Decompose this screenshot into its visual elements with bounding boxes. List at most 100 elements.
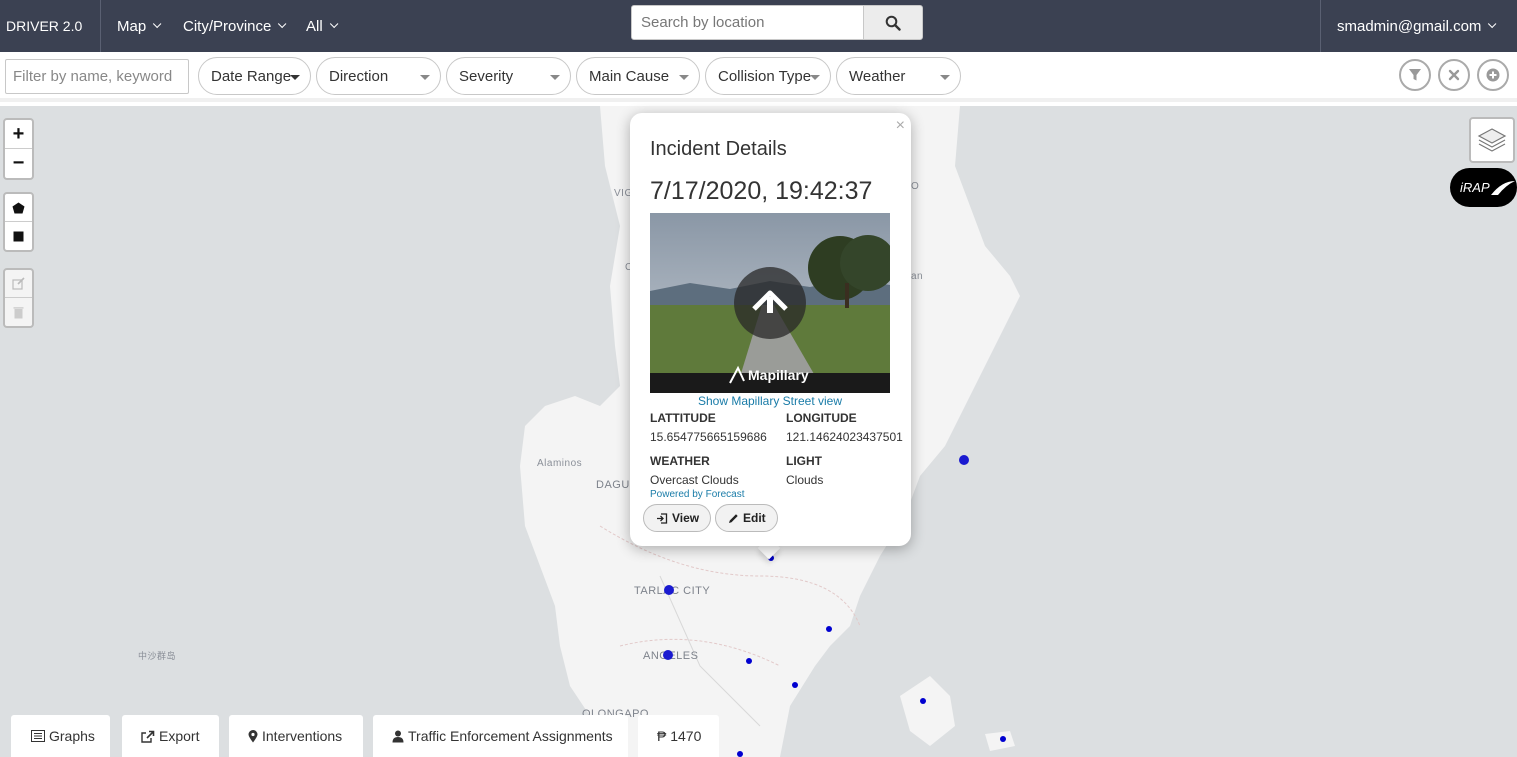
layers-button[interactable] (1469, 117, 1515, 163)
export-tab-label: Export (159, 728, 200, 744)
top-navbar: DRIVER 2.0 Map City/Province All Search … (0, 0, 1517, 52)
main-cause-filter[interactable]: Main Cause (576, 57, 700, 95)
interventions-tab[interactable]: Interventions (229, 715, 363, 757)
severity-filter[interactable]: Severity (446, 57, 571, 95)
caret-down-icon (420, 75, 430, 80)
trash-icon (13, 306, 24, 318)
export-tab[interactable]: Export (122, 715, 219, 757)
plus-circle-icon (1486, 68, 1500, 82)
scope-menu[interactable]: All (306, 0, 339, 52)
incident-datetime: 7/17/2020, 19:42:37 (650, 177, 873, 205)
user-email: smadmin@gmail.com (1337, 17, 1482, 35)
street-view-image[interactable]: Mapillary (650, 213, 890, 393)
longitude-label: LONGITUDE (786, 411, 857, 425)
caret-down-icon (940, 75, 950, 80)
place-label: an (911, 271, 924, 282)
incident-cluster-marker[interactable] (664, 585, 674, 595)
place-label: DAGU (596, 479, 630, 491)
clear-filter-button[interactable] (1438, 59, 1470, 91)
view-button[interactable]: View (643, 504, 712, 532)
incident-cluster-marker[interactable] (663, 650, 673, 660)
main-cause-label: Main Cause (589, 67, 670, 85)
draw-control (3, 192, 34, 252)
edit-control (3, 268, 34, 328)
region-menu-label: City/Province (183, 17, 272, 35)
chevron-down-icon (329, 19, 339, 29)
close-icon[interactable]: × (896, 117, 905, 135)
graphs-tab[interactable]: Graphs (11, 715, 110, 757)
zoom-in-button[interactable]: + (5, 120, 32, 149)
collision-type-filter[interactable]: Collision Type (705, 57, 831, 95)
incident-marker[interactable] (826, 626, 832, 632)
add-record-button[interactable] (1477, 59, 1509, 91)
date-range-label: Date Range (211, 67, 292, 85)
weather-label: WEATHER (650, 454, 710, 468)
edit-shapes-button[interactable] (5, 270, 32, 298)
search-button[interactable] (863, 5, 923, 40)
region-menu[interactable]: City/Province (183, 0, 287, 52)
caret-down-icon (810, 75, 820, 80)
latitude-value: 15.654775665159686 (650, 430, 767, 444)
apply-filter-button[interactable] (1399, 59, 1431, 91)
draw-rectangle-button[interactable] (5, 222, 32, 250)
incident-marker[interactable] (737, 751, 743, 757)
collision-type-label: Collision Type (718, 67, 812, 85)
close-icon (1448, 69, 1460, 81)
map-menu[interactable]: Map (117, 0, 162, 52)
export-icon (141, 730, 155, 743)
chevron-down-icon (153, 19, 162, 29)
interventions-tab-label: Interventions (262, 728, 343, 744)
date-range-filter[interactable]: Date Range (198, 57, 311, 95)
delete-shapes-button[interactable] (5, 298, 32, 326)
layers-icon (1477, 128, 1507, 152)
zoom-out-button[interactable]: − (5, 149, 32, 178)
pencil-icon (729, 513, 738, 523)
map-menu-label: Map (117, 17, 147, 35)
incident-marker[interactable] (920, 698, 926, 704)
cost-tab-label: ₱ 1470 (657, 728, 702, 744)
edit-button[interactable]: Edit (715, 504, 778, 532)
incident-marker[interactable] (1000, 736, 1006, 742)
square-icon (13, 231, 24, 241)
place-label: Alaminos (537, 458, 583, 469)
popup-title: Incident Details (650, 138, 787, 160)
filter-bar: Filter by name, keyword Date Range Direc… (0, 52, 1517, 102)
mapillary-street-view-link[interactable]: Show Mapillary Street view (650, 394, 890, 408)
scope-menu-label: All (306, 17, 323, 35)
user-menu[interactable]: smadmin@gmail.com (1320, 0, 1517, 52)
brand-logo[interactable]: DRIVER 2.0 (0, 0, 101, 52)
chevron-down-icon (278, 19, 287, 29)
weather-filter[interactable]: Weather (836, 57, 961, 95)
graphs-tab-label: Graphs (49, 728, 95, 744)
incident-details-popup: × Incident Details 7/17/2020, 19:42:37 M… (630, 113, 911, 546)
edit-button-label: Edit (743, 511, 766, 525)
place-label: O (911, 181, 920, 192)
irap-button[interactable]: iRAP (1450, 168, 1517, 207)
incident-cluster-marker[interactable] (959, 455, 969, 465)
traffic-enforcement-tab-label: Traffic Enforcement Assignments (408, 728, 613, 744)
filter-icon (1409, 69, 1421, 81)
incident-marker[interactable] (746, 658, 752, 664)
sign-in-icon (657, 512, 668, 524)
irap-swoosh-icon (1490, 180, 1515, 195)
keyword-filter-input[interactable]: Filter by name, keyword (5, 59, 189, 94)
draw-polygon-button[interactable] (5, 194, 32, 222)
place-label: 中沙群岛 (138, 651, 177, 661)
caret-down-icon (290, 75, 300, 80)
traffic-enforcement-tab[interactable]: Traffic Enforcement Assignments (373, 715, 628, 757)
edit-icon (12, 277, 25, 290)
caret-down-icon (550, 75, 560, 80)
direction-label: Direction (329, 67, 389, 85)
incident-marker[interactable] (792, 682, 798, 688)
light-value: Clouds (786, 473, 824, 487)
list-icon (31, 730, 45, 742)
map-marker-icon (248, 729, 258, 742)
mapillary-brand: Mapillary (748, 367, 809, 383)
location-search-input[interactable]: Search by location (631, 5, 864, 40)
weather-label: Weather (849, 67, 906, 85)
powered-by-link[interactable]: Powered by Forecast (650, 489, 745, 500)
light-label: LIGHT (786, 454, 822, 468)
direction-filter[interactable]: Direction (316, 57, 441, 95)
longitude-value: 121.14624023437501 (786, 430, 903, 444)
cost-tab[interactable]: ₱ 1470 (638, 715, 719, 757)
